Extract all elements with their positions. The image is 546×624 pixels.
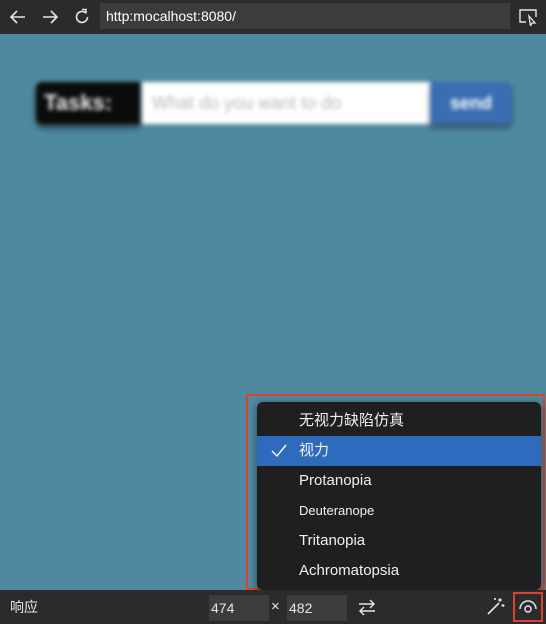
rotate-button[interactable] [355,595,379,619]
inspect-pointer-icon [519,9,537,26]
menu-item-label: 无视力缺陷仿真 [299,412,405,429]
menu-item-protanopia[interactable]: Protanopia [257,466,541,496]
menu-item-label: Deuteranope [299,503,375,518]
arrow-right-icon [43,10,59,24]
swap-arrows-icon [359,599,375,616]
url-input[interactable]: http:mocalhost:8080/ [100,3,510,29]
touch-emulation-button[interactable] [483,595,507,619]
menu-item-label: 视力 [299,442,330,459]
arrow-left-icon [9,10,25,24]
magic-wand-icon [487,598,505,615]
task-input[interactable]: What do you want to do [142,82,430,124]
tasks-label: Tasks: [36,82,140,124]
refresh-button[interactable] [70,5,94,29]
menu-item-blurred-vision[interactable]: 视力 [257,436,541,466]
device-toolbar: 响应 474 × 482 [0,590,546,624]
responsive-mode-dropdown[interactable]: 响应 [10,590,38,624]
dimension-separator: × [271,598,280,615]
width-input[interactable]: 474 [209,595,269,621]
menu-item-label: Tritanopia [299,532,366,549]
checkmark-icon [269,436,289,466]
browser-toolbar: http:mocalhost:8080/ [0,0,546,34]
task-form: Tasks: What do you want to do send [36,82,512,124]
vision-emulation-button[interactable] [513,592,543,622]
menu-item-tritanopia[interactable]: Tritanopia [257,526,541,556]
forward-button[interactable] [38,5,62,29]
menu-item-no-emulation[interactable]: 无视力缺陷仿真 [257,406,541,436]
vision-deficiency-menu: 无视力缺陷仿真 视力 Protanopia Deuteranope Tritan… [257,402,541,590]
menu-item-label: Achromatopsia [299,562,400,579]
height-input[interactable]: 482 [287,595,347,621]
menu-item-achromatopsia[interactable]: Achromatopsia [257,556,541,586]
back-button[interactable] [6,5,30,29]
send-button[interactable]: send [430,82,512,124]
eye-icon [519,600,537,613]
menu-item-deuteranope[interactable]: Deuteranope [257,496,541,526]
menu-item-label: Protanopia [299,472,372,489]
refresh-icon [75,8,89,24]
inspect-device-button[interactable] [516,5,540,29]
